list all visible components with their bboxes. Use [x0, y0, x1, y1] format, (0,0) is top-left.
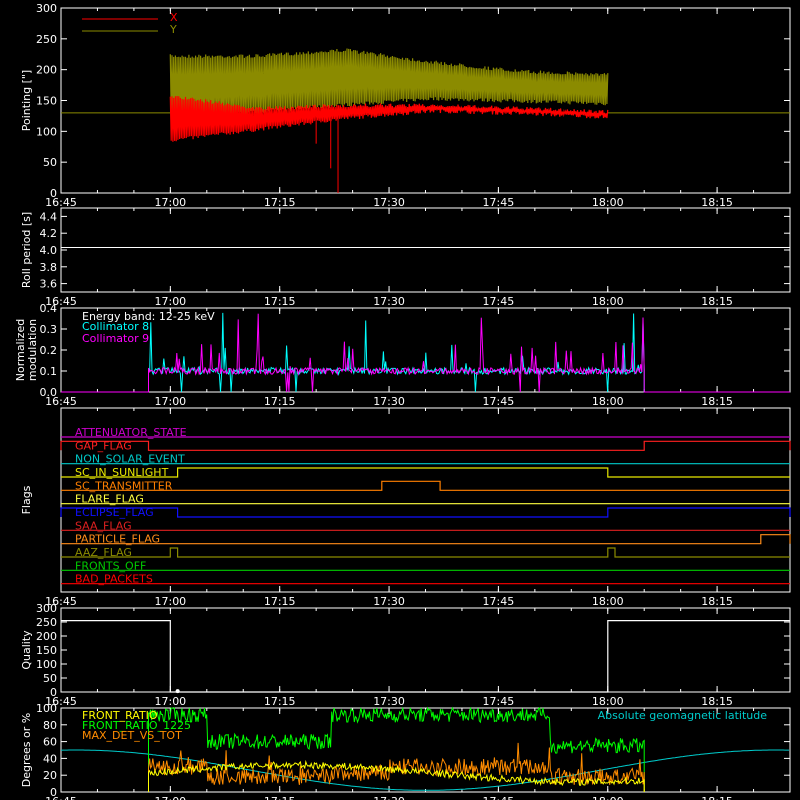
quality-point	[175, 689, 180, 694]
x-tick-label: 17:30	[373, 595, 405, 608]
modulation-collimator-8-line	[61, 312, 790, 393]
y-tick-label: 0.3	[40, 323, 58, 336]
x-tick-label: 17:00	[154, 196, 186, 209]
x-tick-label: 17:15	[264, 595, 296, 608]
x-tick-label: 17:00	[154, 595, 186, 608]
y-tick-label: 100	[36, 658, 57, 671]
series-x-line	[169, 95, 609, 142]
flag-line-gap-flag	[60, 440, 791, 451]
x-tick-label: 17:30	[373, 395, 405, 408]
figure: 16:45 17:00 17:15 17:30 17:45 18:00 18:15 0 50 10…	[0, 0, 800, 800]
x-tick-label: 18:15	[701, 395, 733, 408]
y-tick-label: 0.0	[40, 386, 58, 399]
x-tick-label: 18:15	[701, 196, 733, 209]
y-tick-label: 4.0	[40, 244, 58, 257]
x-tick-label: 17:00	[154, 295, 186, 308]
y-tick-label: 3.6	[40, 278, 58, 291]
multi-panel-chart: 16:45 17:00 17:15 17:30 17:45 18:00 18:1505010…	[14, 2, 791, 800]
y-tick-label: 4.4	[40, 210, 58, 223]
y-tick-label: 0.2	[40, 344, 58, 357]
x-tick-label: 17:45	[483, 595, 515, 608]
y-tick-label: 0	[50, 686, 57, 699]
y-tick-label: 50	[43, 672, 57, 685]
x-tick-label: 18:00	[592, 196, 624, 209]
pointing-axis-label: Pointing ["]	[20, 70, 33, 131]
x-tick-label: 18:00	[592, 595, 624, 608]
y-tick-label: 3.8	[40, 261, 58, 274]
x-tick-label: 17:00	[154, 395, 186, 408]
x-tick-label: 17:30	[373, 196, 405, 209]
y-tick-label: 4.2	[40, 227, 58, 240]
y-tick-label: 150	[36, 644, 57, 657]
x-tick-label: 17:45	[483, 795, 515, 800]
y-tick-label: 80	[43, 719, 57, 732]
y-tick-label: 0.4	[40, 302, 58, 315]
legend-label-collimator-9: Collimator 9	[82, 332, 149, 345]
legend-label-y: Y	[169, 23, 177, 36]
y-tick-label: 0	[50, 786, 57, 799]
y-tick-label: 200	[36, 630, 57, 643]
y-tick-label: 50	[43, 156, 57, 169]
quality-axis-label: Quality	[20, 630, 33, 670]
quality-line	[61, 619, 790, 693]
x-tick-label: 18:00	[592, 395, 624, 408]
flag-line-particle-flag	[61, 534, 791, 545]
x-tick-label: 18:15	[701, 295, 733, 308]
x-tick-label: 18:00	[592, 695, 624, 708]
x-tick-label: 17:15	[264, 795, 296, 800]
y-tick-label: 60	[43, 736, 57, 749]
x-tick-label: 17:15	[264, 295, 296, 308]
series-max-det-vs-tot-line	[148, 742, 645, 792]
x-tick-label: 17:00	[154, 795, 186, 800]
y-tick-label: 0.1	[40, 365, 58, 378]
legend-label-max-det-vs-tot: MAX_DET_VS_TOT	[82, 729, 182, 742]
x-tick-label: 17:15	[264, 695, 296, 708]
energy-band-annotation: Energy band: 12-25 keV	[82, 310, 215, 323]
series-x-band	[169, 95, 609, 142]
y-tick-label: 20	[43, 769, 57, 782]
y-tick-label: 250	[36, 33, 57, 46]
flag-line-sc-in-sunlight	[61, 467, 790, 478]
x-tick-label: 18:00	[592, 295, 624, 308]
modulation-axis-label: modulation	[26, 319, 39, 381]
y-tick-label: 200	[36, 64, 57, 77]
roll-period-axis-label: Roll period [s]	[20, 212, 33, 288]
x-tick-label: 18:15	[701, 695, 733, 708]
y-tick-label: 40	[43, 752, 57, 765]
degrees-axis-label: Degrees or %	[20, 713, 33, 787]
y-tick-label: 100	[36, 702, 57, 715]
x-tick-label: 18:15	[701, 795, 733, 800]
x-tick-label: 17:00	[154, 695, 186, 708]
flags-axis-label: Flags	[20, 485, 33, 514]
x-tick-label: 17:30	[373, 795, 405, 800]
panel-2-frame	[60, 207, 791, 293]
y-tick-label: 250	[36, 616, 57, 629]
legend-label-geomagnetic-latitude: Absolute geomagnetic latitude	[598, 709, 768, 722]
y-tick-label: 100	[36, 125, 57, 138]
x-tick-label: 17:45	[483, 196, 515, 209]
y-tick-label: 150	[36, 95, 57, 108]
x-tick-label: 17:30	[373, 695, 405, 708]
x-tick-label: 18:00	[592, 795, 624, 800]
x-tick-label: 17:45	[483, 395, 515, 408]
x-tick-label: 17:30	[373, 295, 405, 308]
x-tick-label: 18:15	[701, 595, 733, 608]
y-tick-label: 300	[36, 2, 57, 15]
flag-line-aaz-flag	[61, 547, 790, 558]
series-front-ratio-line	[148, 759, 645, 792]
x-tick-label: 17:15	[264, 395, 296, 408]
y-tick-label: 300	[36, 602, 57, 615]
x-tick-label: 17:15	[264, 196, 296, 209]
flag-line-eclipse-flag	[60, 507, 791, 518]
x-tick-label: 17:45	[483, 295, 515, 308]
x-tick-label: 17:45	[483, 695, 515, 708]
y-tick-label: 0	[50, 187, 57, 200]
